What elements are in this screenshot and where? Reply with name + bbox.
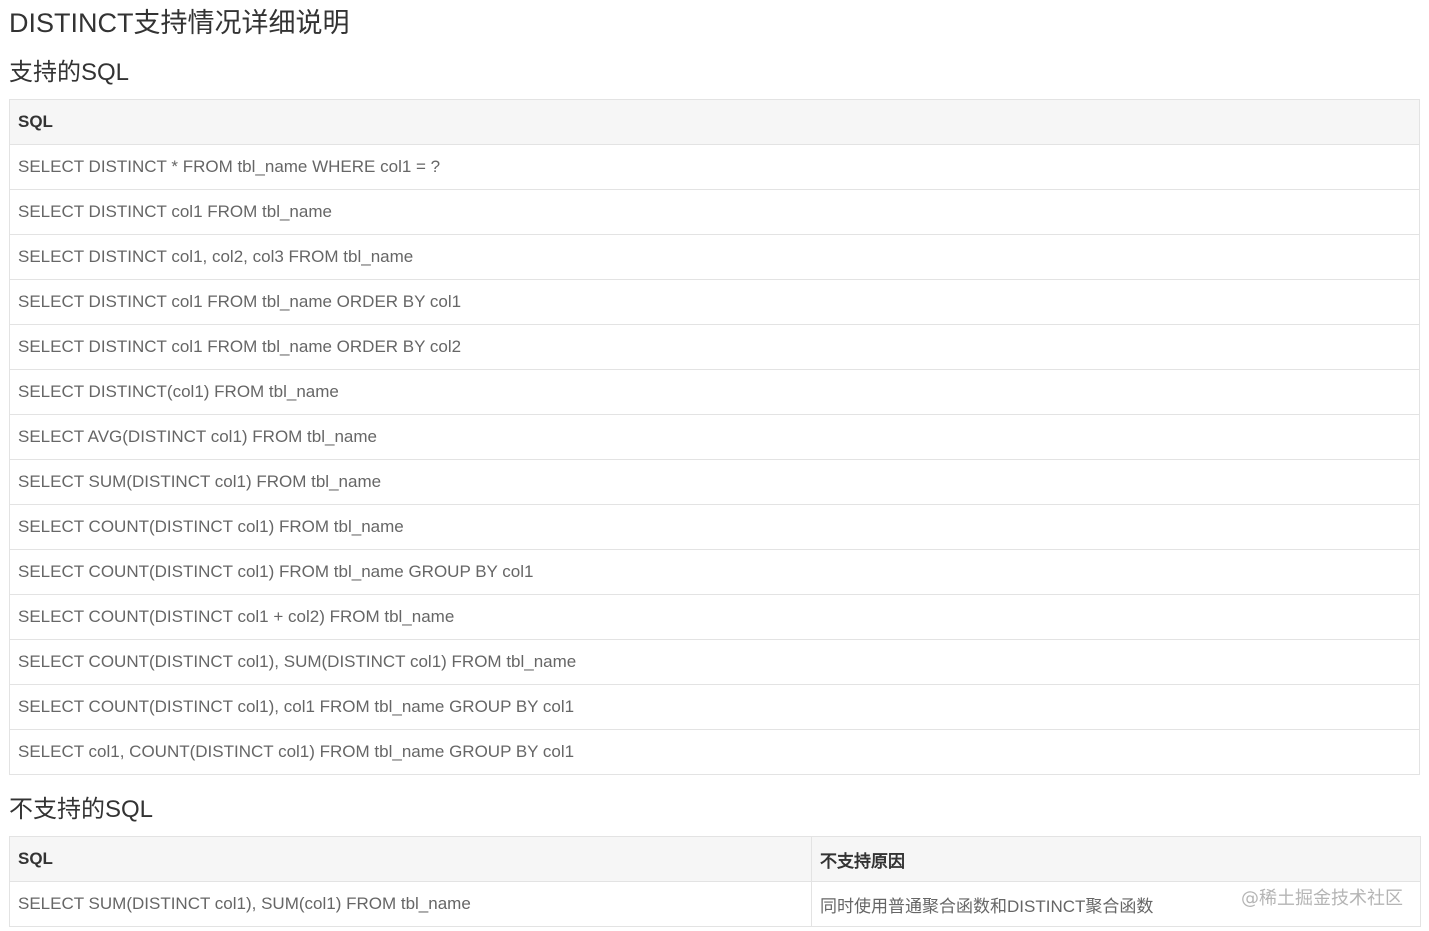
sql-cell: SELECT DISTINCT col1 FROM tbl_name xyxy=(9,189,1420,235)
sql-cell: SELECT col1, COUNT(DISTINCT col1) FROM t… xyxy=(9,729,1420,775)
sql-column-header: SQL xyxy=(9,99,1420,145)
sql-cell: SELECT COUNT(DISTINCT col1) FROM tbl_nam… xyxy=(9,549,1420,595)
table-row: SELECT COUNT(DISTINCT col1), col1 FROM t… xyxy=(9,684,1420,730)
table-row: SELECT AVG(DISTINCT col1) FROM tbl_name xyxy=(9,414,1420,460)
sql-cell: SELECT COUNT(DISTINCT col1 + col2) FROM … xyxy=(9,594,1420,640)
sql-cell: SELECT COUNT(DISTINCT col1) FROM tbl_nam… xyxy=(9,504,1420,550)
table-row: SELECT SUM(DISTINCT col1) FROM tbl_name xyxy=(9,459,1420,505)
supported-sql-table: SQL SELECT DISTINCT * FROM tbl_name WHER… xyxy=(9,99,1420,775)
sql-cell: SELECT COUNT(DISTINCT col1), SUM(DISTINC… xyxy=(9,639,1420,685)
table-row: SELECT COUNT(DISTINCT col1) FROM tbl_nam… xyxy=(9,549,1420,595)
table-row: SELECT COUNT(DISTINCT col1) FROM tbl_nam… xyxy=(9,504,1420,550)
sql-cell: SELECT DISTINCT col1 FROM tbl_name ORDER… xyxy=(9,279,1420,325)
sql-column-header: SQL xyxy=(9,836,812,882)
table-header-row: SQL xyxy=(9,99,1420,145)
reason-column-header: 不支持原因 xyxy=(811,836,1421,882)
sql-cell: SELECT SUM(DISTINCT col1), SUM(col1) FRO… xyxy=(9,881,812,927)
table-row: SELECT DISTINCT col1, col2, col3 FROM tb… xyxy=(9,234,1420,280)
table-row: SELECT COUNT(DISTINCT col1), SUM(DISTINC… xyxy=(9,639,1420,685)
document-page: DISTINCT支持情况详细说明 支持的SQL SQL SELECT DISTI… xyxy=(9,0,1421,927)
sql-cell: SELECT DISTINCT col1 FROM tbl_name ORDER… xyxy=(9,324,1420,370)
watermark: @稀土掘金技术社区 xyxy=(1241,888,1403,909)
table-row: SELECT DISTINCT * FROM tbl_name WHERE co… xyxy=(9,144,1420,190)
table-row: SELECT SUM(DISTINCT col1), SUM(col1) FRO… xyxy=(9,881,1421,927)
unsupported-sql-table: SQL 不支持原因 SELECT SUM(DISTINCT col1), SUM… xyxy=(9,836,1421,927)
supported-sql-body: SELECT DISTINCT * FROM tbl_name WHERE co… xyxy=(9,144,1420,775)
sql-cell: SELECT SUM(DISTINCT col1) FROM tbl_name xyxy=(9,459,1420,505)
table-row: SELECT DISTINCT(col1) FROM tbl_name xyxy=(9,369,1420,415)
table-row: SELECT col1, COUNT(DISTINCT col1) FROM t… xyxy=(9,729,1420,775)
table-row: SELECT DISTINCT col1 FROM tbl_name ORDER… xyxy=(9,279,1420,325)
table-row: SELECT DISTINCT col1 FROM tbl_name ORDER… xyxy=(9,324,1420,370)
supported-sql-heading: 支持的SQL xyxy=(9,59,130,86)
sql-cell: SELECT DISTINCT col1, col2, col3 FROM tb… xyxy=(9,234,1420,280)
sql-cell: SELECT COUNT(DISTINCT col1), col1 FROM t… xyxy=(9,684,1420,730)
sql-cell: SELECT AVG(DISTINCT col1) FROM tbl_name xyxy=(9,414,1420,460)
table-row: SELECT COUNT(DISTINCT col1 + col2) FROM … xyxy=(9,594,1420,640)
table-header-row: SQL 不支持原因 xyxy=(9,836,1421,882)
page-title: DISTINCT支持情况详细说明 xyxy=(9,8,350,38)
table-row: SELECT DISTINCT col1 FROM tbl_name xyxy=(9,189,1420,235)
sql-cell: SELECT DISTINCT * FROM tbl_name WHERE co… xyxy=(9,144,1420,190)
unsupported-sql-body: SELECT SUM(DISTINCT col1), SUM(col1) FRO… xyxy=(9,881,1421,927)
unsupported-sql-heading: 不支持的SQL xyxy=(9,796,154,823)
sql-cell: SELECT DISTINCT(col1) FROM tbl_name xyxy=(9,369,1420,415)
